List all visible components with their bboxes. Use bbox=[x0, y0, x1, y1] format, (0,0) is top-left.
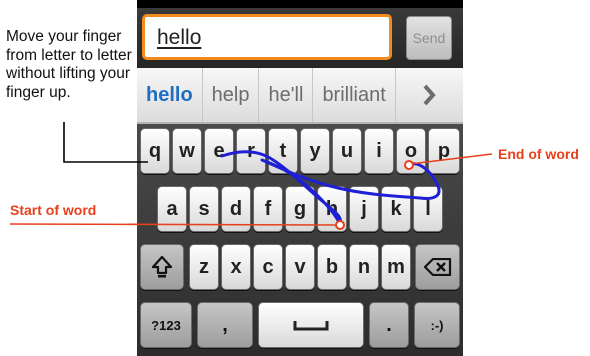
compose-bar: hello Send bbox=[137, 8, 463, 68]
key-g[interactable]: g bbox=[285, 186, 315, 232]
smiley-key[interactable]: :-) bbox=[414, 302, 460, 348]
backspace-key[interactable] bbox=[415, 244, 460, 290]
key-e[interactable]: e bbox=[204, 128, 234, 174]
key-f[interactable]: f bbox=[253, 186, 283, 232]
key-p[interactable]: p bbox=[428, 128, 460, 174]
status-bar bbox=[137, 0, 463, 8]
suggestion-item[interactable]: help bbox=[203, 68, 260, 122]
suggestion-item[interactable]: he'll bbox=[259, 68, 314, 122]
key-l[interactable]: l bbox=[413, 186, 443, 232]
space-icon bbox=[293, 321, 329, 331]
key-s[interactable]: s bbox=[189, 186, 219, 232]
phone-screen: hello Send hello help he'll brilliant q … bbox=[137, 0, 463, 356]
key-r[interactable]: r bbox=[236, 128, 266, 174]
space-key[interactable] bbox=[258, 302, 364, 348]
key-a[interactable]: a bbox=[157, 186, 187, 232]
key-b[interactable]: b bbox=[317, 244, 347, 290]
shift-key[interactable] bbox=[140, 244, 184, 290]
symbols-key[interactable]: ?123 bbox=[140, 302, 192, 348]
chevron-right-icon[interactable] bbox=[396, 84, 463, 106]
keyboard: q w e r t y u i o p a s d f g h j k l z … bbox=[137, 124, 463, 356]
end-of-word-label: End of word bbox=[498, 146, 579, 162]
message-input-value: hello bbox=[157, 26, 202, 49]
key-z[interactable]: z bbox=[189, 244, 219, 290]
suggestion-bar: hello help he'll brilliant bbox=[137, 68, 463, 124]
period-key[interactable]: . bbox=[369, 302, 409, 348]
send-button[interactable]: Send bbox=[406, 16, 452, 60]
key-w[interactable]: w bbox=[172, 128, 202, 174]
key-t[interactable]: t bbox=[268, 128, 298, 174]
start-of-word-label: Start of word bbox=[10, 202, 97, 218]
key-n[interactable]: n bbox=[349, 244, 379, 290]
instruction-leader-line bbox=[63, 122, 148, 163]
message-input[interactable]: hello bbox=[142, 14, 392, 60]
key-j[interactable]: j bbox=[349, 186, 379, 232]
key-o[interactable]: o bbox=[396, 128, 426, 174]
instructions-text: Move your finger from letter to letter w… bbox=[6, 28, 132, 101]
backspace-icon bbox=[423, 258, 451, 276]
key-x[interactable]: x bbox=[221, 244, 251, 290]
comma-key[interactable]: , bbox=[197, 302, 253, 348]
suggestion-item[interactable]: brilliant bbox=[313, 68, 396, 122]
key-k[interactable]: k bbox=[381, 186, 411, 232]
key-y[interactable]: y bbox=[300, 128, 330, 174]
key-m[interactable]: m bbox=[381, 244, 411, 290]
key-d[interactable]: d bbox=[221, 186, 251, 232]
suggestion-item[interactable]: hello bbox=[137, 68, 203, 122]
key-i[interactable]: i bbox=[364, 128, 394, 174]
key-q[interactable]: q bbox=[140, 128, 170, 174]
key-u[interactable]: u bbox=[332, 128, 362, 174]
key-v[interactable]: v bbox=[285, 244, 315, 290]
key-c[interactable]: c bbox=[253, 244, 283, 290]
key-h[interactable]: h bbox=[317, 186, 347, 232]
shift-icon bbox=[151, 255, 173, 278]
